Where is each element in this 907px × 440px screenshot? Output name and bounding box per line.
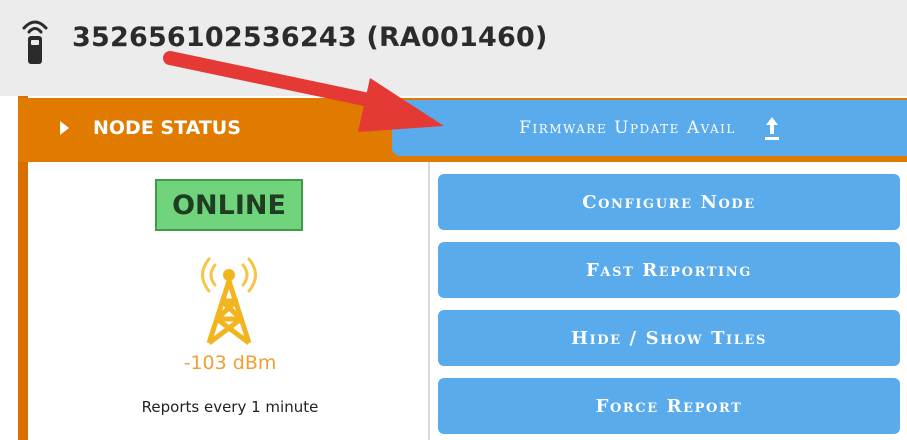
device-header: 352656102536243 (RA001460) [0,0,907,96]
hide-show-tiles-button[interactable]: Hide / Show Tiles [438,310,900,366]
firmware-update-button[interactable]: Firmware Update Avail [392,100,907,156]
node-status-toggle[interactable]: NODE STATUS [28,98,398,158]
signal-strength: -103 dBm [183,352,277,374]
upload-icon [764,117,779,140]
remote-device-icon [22,20,48,64]
online-status-badge: ONLINE [155,179,303,231]
force-report-button[interactable]: Force Report [438,378,900,434]
report-interval: Reports every 1 minute [141,398,319,416]
firmware-update-label: Firmware Update Avail [519,118,736,138]
device-title: 352656102536243 (RA001460) [72,22,548,53]
configure-node-button[interactable]: Configure Node [438,174,900,230]
fast-reporting-button[interactable]: Fast Reporting [438,242,900,298]
node-status-label: NODE STATUS [93,117,241,139]
caret-right-icon [60,121,69,135]
signal-tower-icon [201,257,257,345]
